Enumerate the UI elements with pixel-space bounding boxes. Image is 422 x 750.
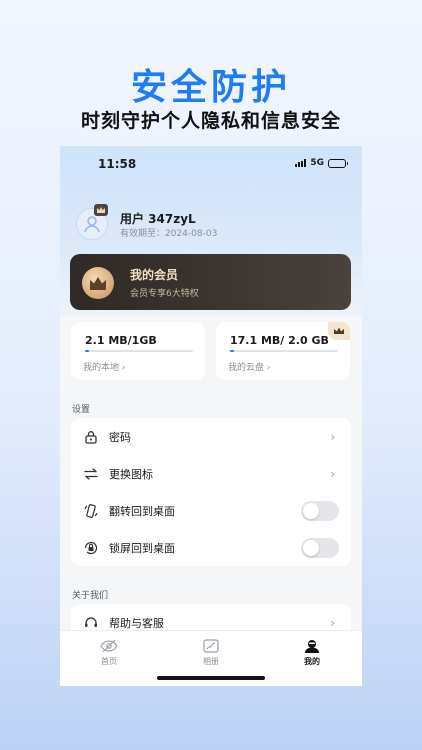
tab-label: 相册 <box>203 657 219 666</box>
tab-label: 我的 <box>304 657 320 666</box>
about-item-label: 帮助与客服 <box>109 616 164 630</box>
swap-icon <box>83 466 99 482</box>
settings-item-label: 更换图标 <box>109 467 153 481</box>
settings-item-label: 密码 <box>109 430 131 444</box>
tab-album[interactable]: 相册 <box>171 639 251 667</box>
crown-icon <box>90 277 106 290</box>
settings-item-label: 翻转回到桌面 <box>109 504 175 518</box>
settings-list: 密码 › 更换图标 › 翻转回到桌面 锁屏回到桌面 <box>71 418 351 566</box>
person-icon <box>305 640 319 653</box>
crown-icon <box>94 204 108 216</box>
vip-membership-card[interactable]: 我的会员 会员专享6大特权 <box>70 254 351 310</box>
flip-to-desktop-toggle[interactable] <box>301 500 339 521</box>
chevron-right-icon: › <box>330 466 335 481</box>
about-section-title: 关于我们 <box>72 591 109 601</box>
vip-title: 我的会员 <box>130 268 179 282</box>
promo-headline: 安全防护 <box>130 67 291 108</box>
cloud-storage-value: 17.1 MB/ 2.0 GB <box>230 334 329 347</box>
tab-mine[interactable]: 我的 <box>272 639 352 667</box>
local-storage-card[interactable]: 2.1 MB/1GB 我的本地 › <box>71 322 205 380</box>
settings-item-label: 锁屏回到桌面 <box>109 541 175 555</box>
lock-to-desktop-toggle[interactable] <box>301 537 339 558</box>
membership-expiry: 有效期至：2024-08-03 <box>120 229 218 239</box>
eye-off-icon <box>100 639 118 653</box>
crown-icon <box>328 322 350 340</box>
vip-badge <box>82 267 114 299</box>
tab-label: 首页 <box>101 657 117 666</box>
album-icon <box>203 639 219 653</box>
local-storage-bar-fill <box>85 350 90 352</box>
lock-screen-icon <box>83 540 99 556</box>
tab-home[interactable]: 首页 <box>69 639 149 667</box>
status-time: 11:58 <box>98 157 137 171</box>
chevron-right-icon: › <box>330 615 335 630</box>
settings-item-lock-to-desktop: 锁屏回到桌面 <box>71 529 351 566</box>
settings-item-flip-to-desktop: 翻转回到桌面 <box>71 492 351 529</box>
local-storage-link[interactable]: 我的本地 › <box>83 360 125 373</box>
signal-icon <box>295 159 307 167</box>
username: 用户 347zyL <box>120 212 196 226</box>
lock-icon <box>83 429 99 445</box>
headset-icon <box>83 615 99 631</box>
status-indicators: 5G <box>295 158 348 168</box>
promo-subline: 时刻守护个人隐私和信息安全 <box>80 110 341 132</box>
settings-item-change-icon[interactable]: 更换图标 › <box>71 455 351 492</box>
battery-icon <box>328 158 348 168</box>
chevron-right-icon: › <box>330 429 335 444</box>
user-icon <box>84 216 100 233</box>
home-indicator <box>157 676 265 680</box>
cloud-storage-link[interactable]: 我的云盘 › <box>228 360 270 373</box>
cloud-storage-bar-fill <box>230 350 235 352</box>
network-type: 5G <box>310 158 324 168</box>
cloud-storage-bar <box>230 350 338 352</box>
vip-subtitle: 会员专享6大特权 <box>130 289 199 299</box>
local-storage-bar <box>85 350 193 352</box>
settings-section-title: 设置 <box>72 405 91 415</box>
local-storage-value: 2.1 MB/1GB <box>85 334 157 347</box>
settings-item-password[interactable]: 密码 › <box>71 418 351 455</box>
flip-phone-icon <box>83 503 99 519</box>
cloud-storage-card[interactable]: 17.1 MB/ 2.0 GB 我的云盘 › <box>216 322 350 380</box>
phone-screen: 11:58 5G 用户 347zyL 有效期至：2024-08-03 我的会员 … <box>60 146 362 686</box>
